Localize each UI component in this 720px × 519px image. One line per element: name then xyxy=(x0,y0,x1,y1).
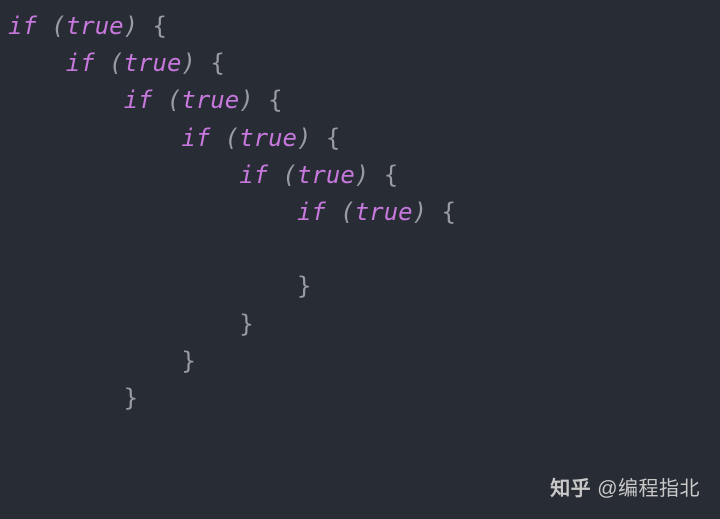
paren-close: ) xyxy=(413,198,427,226)
paren-open: ( xyxy=(283,161,297,189)
literal-true: true xyxy=(66,12,124,40)
paren-close: ) xyxy=(297,124,311,152)
brace-open: { xyxy=(153,12,167,40)
code-line-8: } xyxy=(8,306,720,343)
watermark-author: 编程指北 xyxy=(618,478,700,500)
code-line-6 xyxy=(8,231,720,268)
paren-open: ( xyxy=(51,12,65,40)
literal-true: true xyxy=(124,49,182,77)
brace-close: } xyxy=(297,272,311,300)
paren-close: ) xyxy=(181,49,195,77)
brace-open: { xyxy=(442,198,456,226)
brace-close: } xyxy=(239,310,253,338)
code-block: if (true) { if (true) { if (true) { if (… xyxy=(8,8,720,417)
code-line-5: if (true) { xyxy=(8,194,720,231)
keyword-if: if xyxy=(8,12,37,40)
paren-close: ) xyxy=(239,86,253,114)
code-line-0: if (true) { xyxy=(8,8,720,45)
code-line-9: } xyxy=(8,343,720,380)
code-line-4: if (true) { xyxy=(8,157,720,194)
brace-close: } xyxy=(124,384,138,412)
literal-true: true xyxy=(181,86,239,114)
paren-close: ) xyxy=(355,161,369,189)
paren-open: ( xyxy=(109,49,123,77)
keyword-if: if xyxy=(181,124,210,152)
brace-open: { xyxy=(210,49,224,77)
paren-close: ) xyxy=(124,12,138,40)
keyword-if: if xyxy=(66,49,95,77)
watermark-logo: 知乎 xyxy=(550,478,591,500)
watermark-at: @ xyxy=(597,478,618,500)
literal-true: true xyxy=(355,198,413,226)
code-line-7: } xyxy=(8,268,720,305)
code-line-1: if (true) { xyxy=(8,45,720,82)
literal-true: true xyxy=(297,161,355,189)
code-line-10: } xyxy=(8,380,720,417)
literal-true: true xyxy=(239,124,297,152)
paren-open: ( xyxy=(167,86,181,114)
brace-open: { xyxy=(384,161,398,189)
keyword-if: if xyxy=(297,198,326,226)
code-line-3: if (true) { xyxy=(8,120,720,157)
keyword-if: if xyxy=(124,86,153,114)
brace-open: { xyxy=(268,86,282,114)
keyword-if: if xyxy=(239,161,268,189)
watermark: 知乎 @编程指北 xyxy=(550,474,700,505)
paren-open: ( xyxy=(225,124,239,152)
paren-open: ( xyxy=(340,198,354,226)
code-line-2: if (true) { xyxy=(8,82,720,119)
brace-close: } xyxy=(181,347,195,375)
brace-open: { xyxy=(326,124,340,152)
